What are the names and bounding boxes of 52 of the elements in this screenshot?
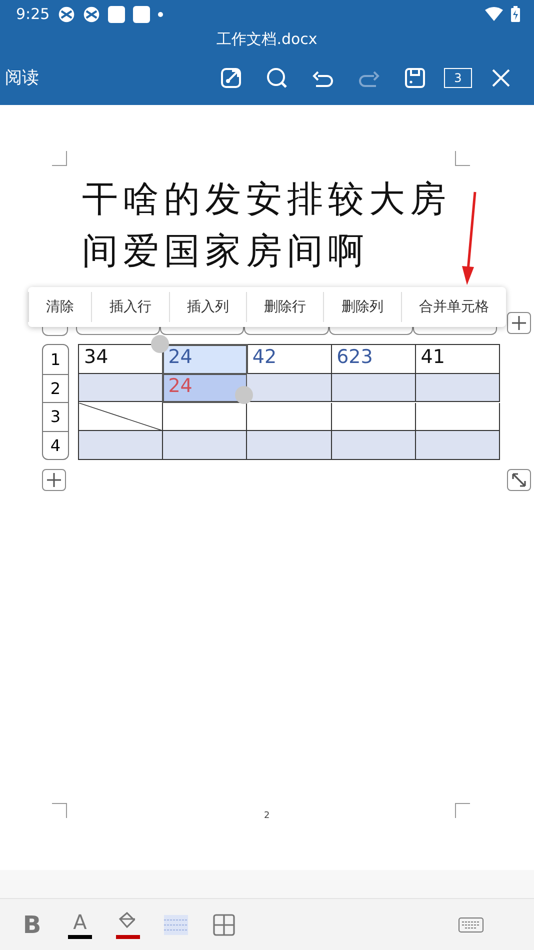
selection-handle[interactable] (151, 335, 170, 353)
resize-icon (512, 473, 526, 487)
cell-text: 623 (336, 346, 373, 368)
plus-icon (47, 473, 61, 487)
table-cell[interactable] (332, 374, 416, 402)
row-number[interactable]: 4 (43, 430, 68, 459)
menu-item[interactable]: 合并单元格 (400, 292, 506, 322)
app-notification-icon (58, 6, 75, 22)
shading-grid-icon (164, 915, 188, 935)
table-cell[interactable]: 24 (163, 345, 248, 374)
bold-button[interactable]: B (8, 903, 56, 947)
row-number[interactable]: 3 (43, 402, 68, 430)
notification-icon (108, 6, 125, 22)
menu-item[interactable]: 插入列 (168, 292, 246, 322)
menu-item[interactable]: 清除 (28, 292, 92, 322)
resize-button[interactable] (507, 469, 531, 491)
clock: 9:25 (16, 5, 50, 23)
wifi-icon (485, 7, 503, 21)
add-row-button[interactable] (42, 469, 66, 491)
read-mode-label[interactable]: 阅读 (5, 66, 208, 89)
table-grid-icon (213, 914, 235, 936)
cell-text: 41 (420, 346, 445, 368)
keyboard-icon[interactable] (458, 917, 484, 933)
page-count[interactable]: 3 (444, 68, 472, 88)
table-cell[interactable] (247, 431, 332, 460)
menu-item[interactable]: 删除列 (323, 292, 401, 322)
more-notifications-icon (158, 12, 163, 16)
menu-item[interactable]: 插入行 (91, 292, 169, 322)
font-letter: A (73, 912, 87, 932)
cell-text: 42 (252, 346, 277, 368)
cell-text: 24 (168, 374, 192, 397)
table-cell[interactable] (79, 431, 164, 460)
row-number[interactable]: 2 (43, 374, 68, 402)
plus-icon (512, 316, 526, 330)
font-color-button[interactable]: A (56, 903, 104, 947)
table-cell[interactable] (416, 431, 500, 460)
table-cell[interactable] (416, 374, 500, 402)
table-cell[interactable] (247, 374, 332, 402)
table-cell[interactable] (332, 431, 416, 460)
add-column-button[interactable] (507, 312, 531, 334)
app-notification-icon (82, 6, 100, 22)
notification-icon (132, 6, 150, 22)
document-heading: 干啥的发安排较大房间爱国家房间啊 (82, 178, 452, 274)
cell-text: 24 (168, 346, 192, 368)
table-cell[interactable] (163, 431, 248, 460)
battery-icon (511, 6, 520, 22)
table-cell[interactable] (79, 374, 164, 402)
page-number: 2 (264, 811, 270, 821)
row-number[interactable]: 1 (43, 345, 68, 374)
menu-item[interactable]: 删除行 (246, 292, 324, 322)
document-title: 工作文档.docx (216, 29, 318, 50)
cell-text: 34 (84, 346, 108, 368)
